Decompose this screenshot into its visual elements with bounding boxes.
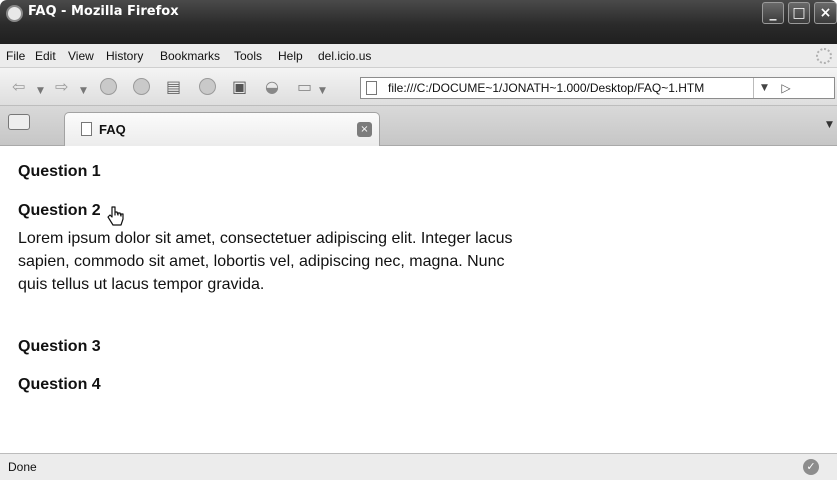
reload-icon[interactable] bbox=[100, 78, 117, 99]
check-icon: ✓ bbox=[803, 459, 819, 475]
forward-dropdown-icon[interactable]: ▼ bbox=[80, 82, 87, 100]
question-4[interactable]: Question 4 bbox=[18, 376, 101, 394]
back-dropdown-icon[interactable]: ▼ bbox=[37, 82, 44, 100]
question-1[interactable]: Question 1 bbox=[18, 163, 101, 181]
menu-delicious[interactable]: del.icio.us bbox=[318, 49, 371, 63]
page-icon bbox=[366, 81, 377, 95]
page-icon bbox=[81, 122, 92, 136]
status-text: Done bbox=[8, 460, 37, 474]
menu-view[interactable]: View bbox=[68, 49, 94, 63]
tab-close-icon[interactable]: × bbox=[357, 122, 372, 137]
hand-cursor-icon bbox=[107, 206, 124, 226]
question-2[interactable]: Question 2 bbox=[18, 202, 101, 220]
history-icon[interactable] bbox=[199, 78, 216, 99]
navigation-toolbar: ⇦ ▼ ⇨ ▼ ▤ ▣ ◒ ▭ ▼ file:///C:/DOCUME~1/JO… bbox=[0, 68, 837, 106]
firefox-icon bbox=[6, 5, 23, 22]
bookmark-dropdown-icon[interactable]: ▼ bbox=[319, 82, 326, 100]
url-dropdown-icon[interactable]: ▼ bbox=[753, 78, 775, 98]
menu-bookmarks[interactable]: Bookmarks bbox=[160, 49, 220, 63]
question-3[interactable]: Question 3 bbox=[18, 338, 101, 356]
status-bar: Done ✓ bbox=[0, 453, 837, 480]
minimize-button[interactable]: _ bbox=[762, 2, 784, 24]
screenshot-icon[interactable]: ▣ bbox=[232, 78, 247, 96]
answer-2: Lorem ipsum dolor sit amet, consectetuer… bbox=[18, 230, 513, 293]
new-tab-icon[interactable] bbox=[8, 114, 30, 130]
forward-icon[interactable]: ⇨ bbox=[55, 78, 68, 96]
throbber-icon bbox=[816, 48, 832, 64]
tag-icon[interactable]: ◒ bbox=[265, 78, 279, 96]
bookmark-icon[interactable]: ▭ bbox=[297, 78, 312, 96]
menu-edit[interactable]: Edit bbox=[35, 49, 56, 63]
tab-label: FAQ bbox=[99, 122, 126, 137]
window-title: FAQ - Mozilla Firefox bbox=[28, 4, 179, 19]
menu-help[interactable]: Help bbox=[278, 49, 303, 63]
go-icon[interactable]: ▷ bbox=[775, 78, 797, 98]
back-icon[interactable]: ⇦ bbox=[12, 78, 25, 96]
stop-icon[interactable] bbox=[133, 78, 150, 99]
url-bar[interactable]: file:///C:/DOCUME~1/JONATH~1.000/Desktop… bbox=[360, 77, 835, 99]
page-content: Question 1 Question 2 Lorem ipsum dolor … bbox=[0, 147, 837, 453]
menu-bar: File Edit View History Bookmarks Tools H… bbox=[0, 44, 837, 68]
menu-file[interactable]: File bbox=[6, 49, 25, 63]
menu-tools[interactable]: Tools bbox=[234, 49, 262, 63]
url-text[interactable]: file:///C:/DOCUME~1/JONATH~1.000/Desktop… bbox=[388, 81, 704, 95]
tab-faq[interactable]: FAQ × bbox=[64, 112, 380, 146]
maximize-button[interactable]: □ bbox=[788, 2, 810, 24]
print-icon[interactable]: ▤ bbox=[166, 78, 181, 96]
menu-history[interactable]: History bbox=[106, 49, 143, 63]
tab-list-icon[interactable]: ▼ bbox=[826, 120, 833, 130]
close-button[interactable]: × bbox=[814, 2, 837, 24]
tab-bar: FAQ × ▼ bbox=[0, 106, 837, 146]
title-bar: FAQ - Mozilla Firefox _ □ × bbox=[0, 0, 837, 44]
